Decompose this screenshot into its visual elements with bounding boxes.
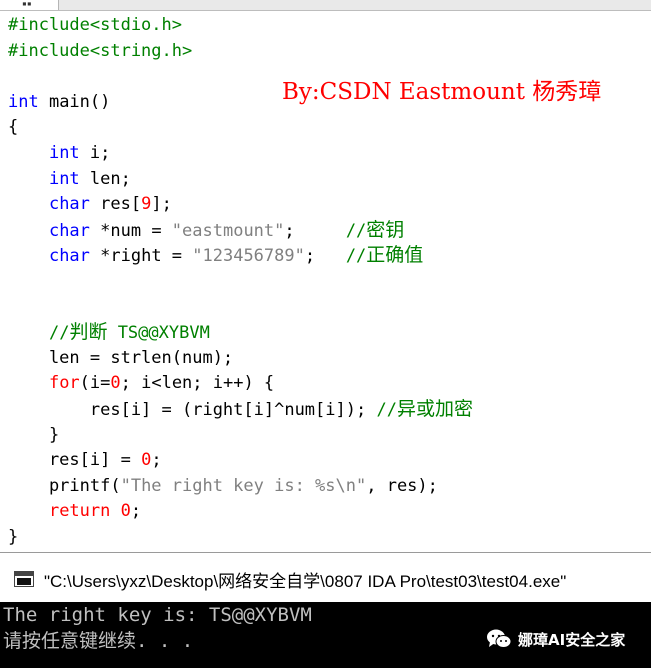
code-token: ; — [284, 220, 346, 241]
code-token: { — [8, 117, 19, 138]
code-line: int i; — [8, 141, 110, 166]
code-token: } — [8, 424, 60, 445]
code-line: char res[9]; — [8, 192, 172, 217]
code-line: #include<string.h> — [8, 39, 192, 64]
code-token: 0 — [141, 450, 152, 471]
code-line: //判断 TS@@XYBVM — [8, 320, 210, 345]
code-token: #include<stdio.h> — [8, 15, 182, 35]
code-line: len = strlen(num); — [8, 346, 233, 371]
code-token: TS@@XYBVM — [107, 323, 210, 344]
code-line: char *num = "eastmount"; //密钥 — [8, 218, 404, 243]
code-token: (i= — [79, 373, 111, 394]
code-token: int — [48, 143, 80, 163]
code-token: char — [48, 220, 90, 241]
code-line: int main() — [8, 90, 110, 115]
code-token: } — [8, 527, 19, 547]
code-line: { — [8, 115, 18, 140]
code-token: // — [48, 323, 70, 344]
editor-tab-strip: ▪▪ — [0, 0, 651, 11]
code-token: 9 — [141, 194, 152, 215]
code-token: *right = — [89, 246, 193, 267]
code-token: // — [376, 400, 397, 420]
code-token: 0 — [110, 373, 121, 394]
code-token: ; i<len; i++) { — [120, 373, 275, 394]
code-line: char *right = "123456789"; //正确值 — [8, 243, 423, 268]
code-token: 0 — [120, 501, 131, 522]
wechat-icon — [486, 628, 512, 650]
tab-dots-icon: ▪▪ — [22, 0, 32, 8]
code-token: main() — [38, 91, 111, 112]
console-prompt-line: 请按任意键继续. . . — [3, 630, 194, 652]
code-token: res[i] = (right[i]^num[i]); — [8, 400, 377, 420]
code-token: ; — [130, 501, 142, 522]
code-line: for(i=0; i<len; i++) { — [8, 371, 274, 396]
code-token: // — [345, 246, 367, 267]
code-token: 密钥 — [366, 218, 405, 241]
code-token: ; — [151, 450, 162, 471]
code-token: int — [48, 168, 80, 189]
console-output-line: The right key is: TS@@XYBVM — [3, 604, 312, 626]
code-token: "eastmount" — [171, 220, 285, 241]
code-line: #include<stdio.h> — [8, 13, 182, 38]
code-token: "The right key is: %s\n" — [120, 475, 367, 496]
code-line: res[i] = (right[i]^num[i]); //异或加密 — [8, 397, 473, 422]
code-token: 异或加密 — [396, 398, 473, 420]
code-token: return — [48, 501, 111, 522]
editor-tab[interactable]: ▪▪ — [0, 0, 59, 10]
code-token: // — [345, 220, 367, 241]
code-token: res[ — [89, 194, 142, 215]
code-token: "123456789" — [192, 246, 305, 267]
code-line: } — [8, 423, 59, 448]
code-token: char — [48, 194, 90, 215]
code-line: int len; — [8, 167, 131, 192]
code-token: *num = — [89, 220, 172, 241]
code-token: char — [48, 246, 90, 267]
code-token: res[i] = — [8, 450, 142, 471]
watermark: 娜璋AI安全之家 — [486, 626, 625, 652]
code-token: , res); — [366, 475, 438, 496]
code-line: res[i] = 0; — [8, 448, 162, 473]
code-token: for — [48, 373, 80, 394]
console-window-title: "C:\Users\yxz\Desktop\网络安全自学\0807 IDA Pr… — [44, 572, 567, 591]
watermark-text: 娜璋AI安全之家 — [518, 630, 626, 649]
code-token: len; — [79, 168, 131, 189]
code-line: } — [8, 525, 18, 550]
author-label: By:CSDN Eastmount 杨秀璋 — [282, 79, 602, 105]
code-token: int — [8, 91, 39, 112]
console-title-bar[interactable]: "C:\Users\yxz\Desktop\网络安全自学\0807 IDA Pr… — [0, 552, 651, 603]
code-token: ]; — [151, 194, 172, 215]
code-token: 正确值 — [366, 244, 424, 267]
code-token: 判断 — [69, 321, 108, 344]
code-token: ; — [304, 246, 346, 267]
code-line: printf("The right key is: %s\n", res); — [8, 474, 438, 499]
console-window-icon — [14, 571, 34, 587]
code-token: len = strlen(num); — [8, 347, 234, 368]
code-line: return 0; — [8, 499, 141, 524]
code-token: #include<string.h> — [8, 40, 193, 61]
code-token: i; — [79, 143, 111, 163]
code-token: printf( — [8, 475, 121, 496]
